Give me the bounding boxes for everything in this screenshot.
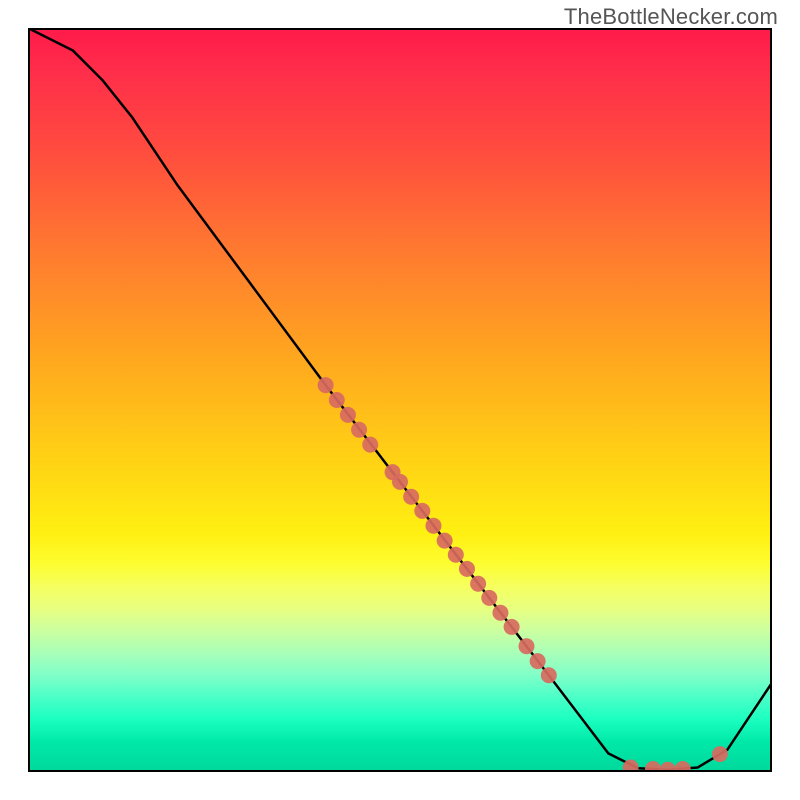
watermark-text: TheBottleNecker.com [564,4,778,30]
chart-container: TheBottleNecker.com [0,0,800,800]
gradient-background [28,28,772,772]
